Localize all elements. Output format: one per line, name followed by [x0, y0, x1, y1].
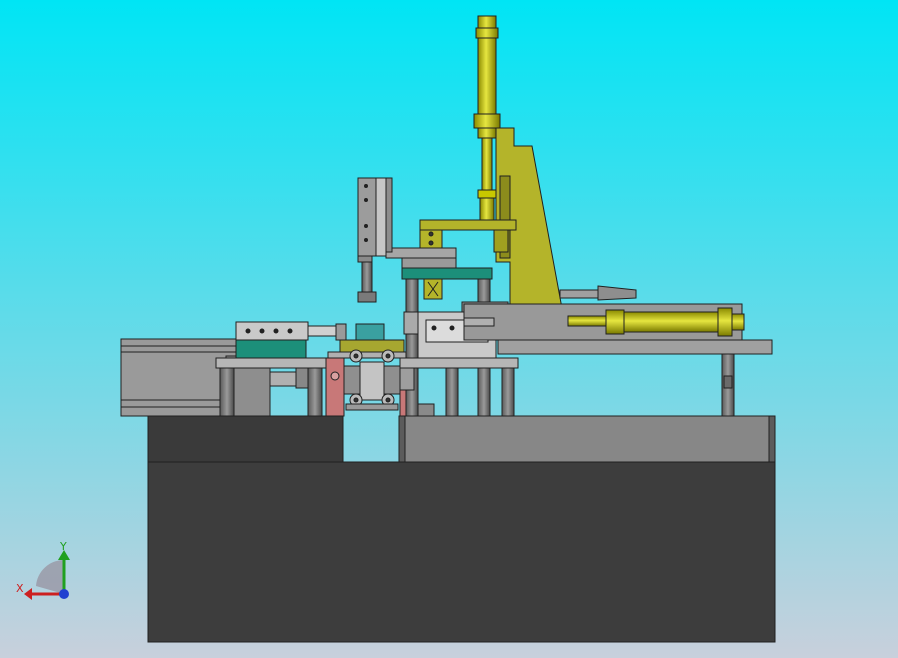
cad-viewport[interactable]: X Y	[0, 0, 898, 658]
base-cabinet	[147, 461, 776, 643]
guide-post-left	[405, 278, 419, 417]
right-table-plate	[497, 339, 773, 355]
base-top-right	[398, 415, 776, 463]
red-clamp-left	[325, 357, 345, 417]
left-gray-housing	[120, 338, 237, 417]
left-plate	[215, 357, 327, 369]
base-top-left	[147, 415, 344, 463]
x-axis-label: X	[16, 582, 24, 595]
teal-top-plate	[401, 267, 493, 280]
left-teal-block	[235, 339, 307, 359]
y-axis-label: Y	[59, 540, 67, 553]
machine-base	[147, 415, 776, 643]
teal-part-holder	[355, 323, 385, 343]
machine-assembly-drawing: X Y	[0, 0, 898, 658]
